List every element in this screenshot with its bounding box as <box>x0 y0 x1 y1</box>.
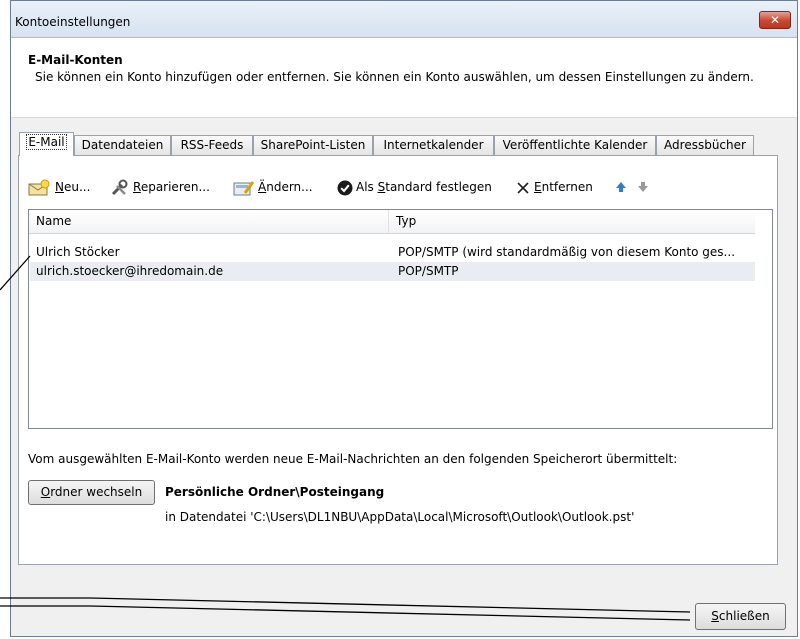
remove-account-button[interactable]: Entfernen <box>515 178 593 196</box>
new-mail-icon <box>28 179 50 195</box>
change-settings-icon <box>233 180 255 195</box>
account-type-cell: POP/SMTP (wird standardmäßig von diesem … <box>398 245 736 259</box>
tab-sharepoint-lists-label: SharePoint-Listen <box>260 138 366 152</box>
new-account-button[interactable]: Neu... <box>28 178 90 196</box>
tab-published-calendars[interactable]: Veröffentlichte Kalender <box>494 135 656 155</box>
delivery-location-text: Vom ausgewählten E-Mail-Konto werden neu… <box>28 452 678 466</box>
delivery-folder-name: Persönliche Ordner\Posteingang <box>165 485 385 499</box>
close-mnemonic: S <box>711 609 719 623</box>
tab-sharepoint-lists[interactable]: SharePoint-Listen <box>253 135 373 155</box>
list-header: Name Typ <box>29 210 756 234</box>
tab-email[interactable]: E-Mail <box>19 132 74 156</box>
account-list[interactable]: Name Typ Ulrich Stöcker POP/SMTP (wird s… <box>28 209 773 429</box>
set-default-label: tandard festlegen <box>385 180 492 194</box>
tab-internet-calendars-label: Internetkalender <box>383 138 484 152</box>
change-mnemonic: Ä <box>258 180 267 194</box>
tab-data-files[interactable]: Datendateien <box>74 135 171 155</box>
tab-rss-feeds[interactable]: RSS-Feeds <box>171 135 253 155</box>
table-row[interactable]: Ulrich Stöcker POP/SMTP (wird standardmä… <box>30 243 755 262</box>
table-row[interactable]: ulrich.stoecker@ihredomain.de POP/SMTP <box>30 262 755 281</box>
tab-internet-calendars[interactable]: Internetkalender <box>373 135 494 155</box>
tab-address-books-label: Adressbücher <box>664 138 746 152</box>
change-folder-mnemonic: O <box>40 485 51 499</box>
set-default-button[interactable]: Als Standard festlegen <box>337 178 492 196</box>
close-button[interactable]: Schließen <box>695 603 786 630</box>
repair-tools-icon <box>111 179 128 195</box>
header-description: Sie können ein Konto hinzufügen oder ent… <box>35 70 754 84</box>
column-header-type[interactable]: Typ <box>389 210 756 233</box>
account-name-cell: ulrich.stoecker@ihredomain.de <box>36 264 224 278</box>
change-folder-label: rdner wechseln <box>50 485 143 499</box>
change-account-button[interactable]: Ändern... <box>233 178 313 196</box>
set-default-prefix: Als <box>356 180 378 194</box>
tab-email-label: E-Mail <box>26 134 67 150</box>
change-folder-button[interactable]: Ordner wechseln <box>28 480 155 505</box>
header-title: E-Mail-Konten <box>28 53 123 67</box>
repair-label: eparieren... <box>140 180 210 194</box>
remove-x-icon <box>517 181 529 194</box>
tab-data-files-label: Datendateien <box>81 138 164 152</box>
tab-published-calendars-label: Veröffentlichte Kalender <box>502 138 648 152</box>
close-label: chließen <box>718 609 770 623</box>
repair-mnemonic: R <box>133 180 141 194</box>
remove-mnemonic: E <box>534 180 542 194</box>
new-account-mnemonic: N <box>55 180 64 194</box>
move-up-arrow-icon[interactable] <box>614 180 628 194</box>
move-down-arrow-icon[interactable] <box>636 180 650 194</box>
delivery-data-file-path: in Datendatei 'C:\Users\DL1NBU\AppData\L… <box>165 510 635 524</box>
account-name-cell: Ulrich Stöcker <box>36 245 120 259</box>
tab-rss-feeds-label: RSS-Feeds <box>180 138 244 152</box>
account-type-cell: POP/SMTP <box>398 264 459 278</box>
tab-address-books[interactable]: Adressbücher <box>656 135 754 155</box>
close-window-button[interactable]: ✕ <box>759 11 791 29</box>
new-account-label: eu... <box>63 180 91 194</box>
checkmark-circle-icon <box>337 180 353 195</box>
repair-account-button[interactable]: Reparieren... <box>110 178 210 196</box>
title-bar: Kontoeinstellungen ✕ <box>11 1 797 38</box>
dialog-header: E-Mail-Konten Sie können ein Konto hinzu… <box>11 38 797 118</box>
window-title: Kontoeinstellungen <box>15 15 131 29</box>
change-label: ndern... <box>266 180 313 194</box>
remove-label: ntfernen <box>541 180 593 194</box>
list-scrollbar[interactable] <box>755 210 772 428</box>
column-header-name[interactable]: Name <box>29 210 389 233</box>
